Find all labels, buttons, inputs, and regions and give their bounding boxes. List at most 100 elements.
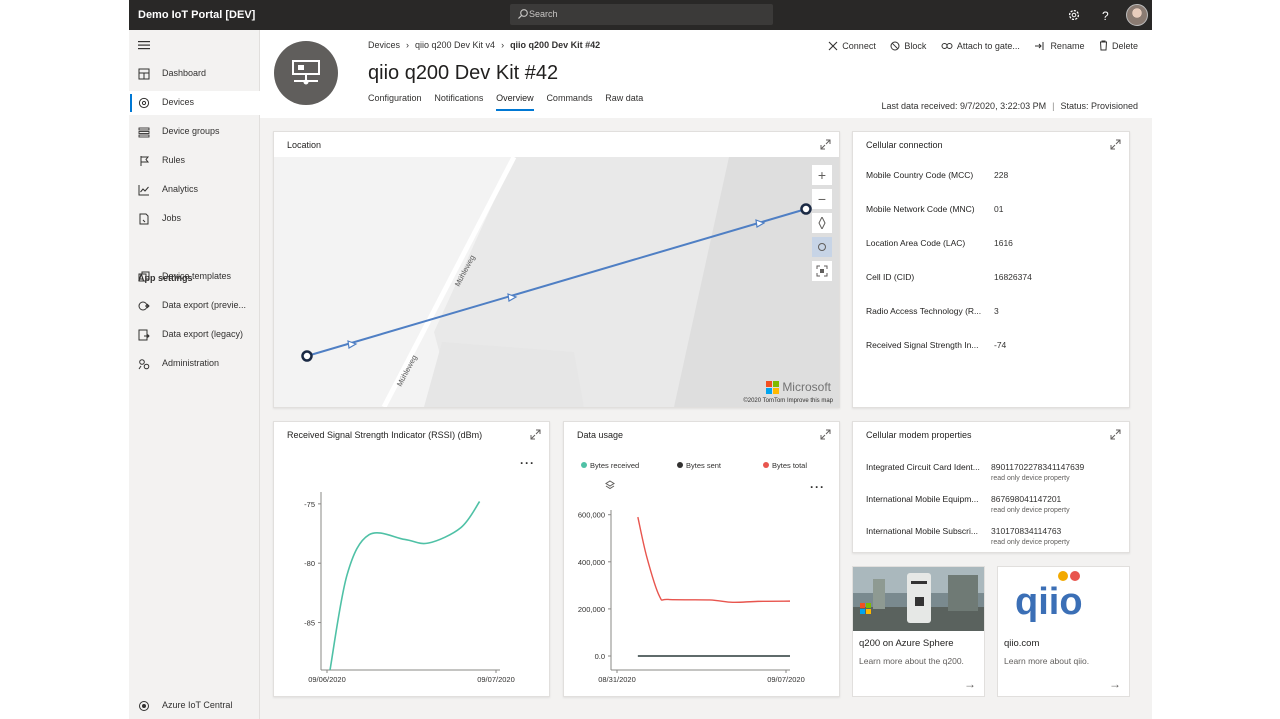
sidebar-item-device-groups[interactable]: Device groups: [129, 120, 260, 144]
sidebar-item-label: Analytics: [162, 184, 199, 194]
sidebar-item-label: Device templates: [162, 271, 232, 281]
sidebar-item-device-templates[interactable]: Device templates: [129, 265, 260, 289]
block-button[interactable]: Block: [890, 41, 926, 51]
map-canvas: Mühleweg Mühleweg: [301, 157, 839, 407]
page-title: qiio q200 Dev Kit #42: [368, 62, 559, 84]
avatar[interactable]: [1126, 4, 1148, 26]
tab-raw-data[interactable]: Raw data: [605, 93, 643, 109]
x-tick-label: 09/07/2020: [767, 675, 805, 684]
zoom-out-button[interactable]: −: [812, 189, 832, 209]
kv-value: 16826374: [994, 272, 1032, 282]
sidebar: Dashboard Devices Device groups Rules An…: [129, 30, 260, 719]
tile-qiio-com[interactable]: qiio qiio.com Learn more about qiio. →: [997, 566, 1130, 697]
modem-title: Cellular modem properties: [866, 430, 972, 440]
chevron-right-icon: ›: [501, 40, 505, 50]
y-tick-label: 600,000: [578, 511, 605, 520]
breadcrumb-template[interactable]: qiio q200 Dev Kit v4: [415, 40, 495, 50]
kv-key: Received Signal Strength In...: [866, 340, 979, 350]
sidebar-item-label: Rules: [162, 155, 186, 165]
map-controls: + −: [812, 165, 834, 285]
x-tick-label: 09/07/2020: [477, 675, 515, 684]
sidebar-item-dashboard[interactable]: Dashboard: [129, 62, 260, 86]
kv-value: 3: [994, 306, 999, 316]
help-icon[interactable]: ?: [1097, 7, 1113, 23]
device-avatar: [274, 41, 338, 105]
tab-notifications[interactable]: Notifications: [434, 93, 483, 109]
device-icon: [292, 60, 320, 85]
sidebar-item-administration[interactable]: Administration: [129, 352, 260, 376]
search-placeholder: Search: [529, 9, 558, 19]
tile-q200-azure-sphere[interactable]: q200 on Azure Sphere Learn more about th…: [852, 566, 985, 697]
connect-button[interactable]: Connect: [828, 41, 876, 51]
map-attribution[interactable]: ©2020 TomTom Improve this map: [743, 398, 833, 404]
kv-value: -74: [994, 340, 1007, 350]
last-data-received: Last data received: 9/7/2020, 3:22:03 PM: [881, 101, 1047, 111]
breadcrumb: Devices › qiio q200 Dev Kit v4 › qiio q200 D…: [368, 40, 600, 50]
rename-icon: [1035, 42, 1044, 50]
data-usage-card: Data usage ··· Bytes received Bytes sent B…: [563, 421, 840, 697]
tile-title: q200 on Azure Sphere: [859, 638, 954, 649]
sidebar-item-data-export[interactable]: Data export (previe...: [129, 294, 260, 318]
hamburger-menu-icon[interactable]: [138, 40, 150, 50]
location-title: Location: [287, 140, 322, 150]
sidebar-item-data-export-legacy[interactable]: Data export (legacy): [129, 323, 260, 347]
cellular-connection-card: Cellular connection Mobile Country Code …: [852, 131, 1130, 408]
analytics-icon: [138, 185, 149, 196]
sidebar-item-label: Data export (legacy): [162, 329, 244, 339]
expand-icon[interactable]: [820, 139, 831, 150]
map[interactable]: Mühleweg Mühleweg + − Microsoft ©2020 To…: [274, 157, 839, 407]
y-tick-label: 0.0: [595, 652, 605, 661]
sidebar-item-label: Data export (previe...: [162, 300, 247, 310]
app-window: Demo IoT Portal [DEV] Search ? Dashboard: [129, 0, 1152, 719]
map-style-button[interactable]: [812, 237, 832, 257]
expand-icon[interactable]: [1110, 139, 1121, 150]
delete-icon: [1099, 40, 1107, 51]
delete-button[interactable]: Delete: [1099, 40, 1138, 51]
attach-label: Attach to gate...: [956, 41, 1020, 51]
svg-text:?: ?: [1102, 9, 1109, 23]
sidebar-item-devices[interactable]: Devices: [129, 91, 260, 115]
administration-icon: [138, 359, 150, 370]
breadcrumb-devices[interactable]: Devices: [368, 40, 400, 50]
sidebar-item-analytics[interactable]: Analytics: [129, 178, 260, 202]
sidebar-item-rules[interactable]: Rules: [129, 149, 260, 173]
y-tick-label: 400,000: [578, 558, 605, 567]
connect-label: Connect: [842, 41, 876, 51]
attach-to-gateway-button[interactable]: Attach to gate...: [941, 41, 1020, 51]
x-tick-label: 08/31/2020: [598, 675, 636, 684]
gear-icon[interactable]: [1066, 7, 1082, 23]
kv-value: 1616: [994, 238, 1013, 248]
app-title[interactable]: Demo IoT Portal [DEV]: [138, 9, 255, 21]
devices-icon: [138, 97, 150, 109]
rename-button[interactable]: Rename: [1034, 41, 1084, 51]
arrow-right-icon: →: [964, 677, 976, 691]
search-icon: [518, 9, 528, 19]
sidebar-item-label: Devices: [162, 97, 195, 107]
block-label: Block: [904, 41, 927, 51]
iot-central-icon: [139, 701, 149, 711]
fullscreen-button[interactable]: [812, 261, 832, 281]
tab-overview[interactable]: Overview: [496, 93, 534, 111]
jobs-icon: [139, 213, 149, 225]
templates-icon: [138, 271, 150, 282]
zoom-in-button[interactable]: +: [812, 165, 832, 185]
property-key: International Mobile Equipm...: [866, 494, 979, 504]
compass-button[interactable]: [812, 213, 832, 233]
legend-label: Bytes sent: [686, 461, 722, 470]
q200-photo: [853, 567, 984, 631]
expand-icon[interactable]: [1110, 429, 1121, 440]
sidebar-footer-azure-iot-central[interactable]: Azure IoT Central: [129, 694, 260, 718]
arrow-right-icon: →: [1109, 677, 1121, 691]
legend-label: Bytes total: [772, 461, 807, 470]
kv-value: 228: [994, 170, 1009, 180]
tab-commands[interactable]: Commands: [546, 93, 592, 109]
compass-icon: [818, 217, 826, 229]
kv-key: Location Area Code (LAC): [866, 238, 966, 248]
tab-configuration[interactable]: Configuration: [368, 93, 422, 109]
property-key: International Mobile Subscri...: [866, 526, 978, 536]
qiio-logo: qiio: [998, 567, 1129, 631]
sidebar-item-jobs[interactable]: Jobs: [129, 207, 260, 231]
delete-label: Delete: [1111, 40, 1138, 51]
search-input[interactable]: Search: [510, 4, 773, 25]
rssi-chart: -75 -80 -85 09/06/2020 09/07/2020: [304, 492, 515, 684]
